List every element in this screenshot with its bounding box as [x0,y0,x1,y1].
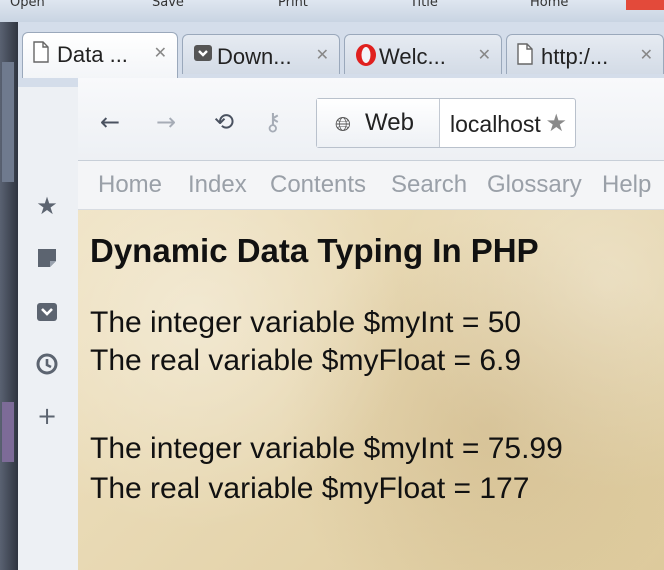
page-navigation: Home Index Contents Search Glossary Help [78,161,664,210]
os-menu-item[interactable]: Save [152,0,184,10]
browser-window: Data ... ✕ Down... ✕ Welc... ✕ http:/...… [18,22,664,570]
os-menu-strip: Open Save Print Title Home [0,0,664,22]
nav-link-home[interactable]: Home [98,171,162,199]
tab-welcome[interactable]: Welc... ✕ [344,34,502,74]
page-icon [33,41,49,69]
tab-title: Data ... [57,42,128,67]
history-icon[interactable] [34,353,60,379]
tab-title: Welc... [379,44,446,69]
close-icon[interactable]: ✕ [640,45,653,65]
close-icon[interactable]: ✕ [154,43,167,63]
page-icon [517,43,533,71]
search-engine-selector[interactable]: 🌐︎ Web [317,99,440,147]
search-engine-label: Web [365,109,414,136]
note-icon[interactable] [34,247,60,273]
bookmark-star-icon[interactable]: ★ [545,109,567,137]
key-icon[interactable]: ⚷ [264,108,282,136]
reload-icon[interactable]: ⟲ [214,108,234,136]
globe-icon: 🌐︎ [335,112,351,136]
tab-http[interactable]: http:/... ✕ [506,34,664,74]
nav-link-glossary[interactable]: Glossary [487,171,582,199]
back-icon[interactable]: ← [100,108,120,136]
browser-content-area: ← → ⟲ ⚷ 🌐︎ Web localhost ★ Home Index Co… [78,78,664,570]
output-line: The real variable $myFloat = 6.9 [90,344,522,377]
add-icon[interactable]: + [34,403,60,429]
page-content: Dynamic Data Typing In PHP The integer v… [78,210,664,570]
opera-icon [355,43,377,73]
address-bar[interactable]: 🌐︎ Web localhost ★ [316,98,576,148]
star-icon[interactable]: ★ [34,193,60,219]
forward-icon[interactable]: → [156,108,176,136]
page-title: Dynamic Data Typing In PHP [90,232,539,269]
outer-window-frame [0,22,18,570]
output-line: The real variable $myFloat = 177 [90,472,530,505]
navigation-toolbar: ← → ⟲ ⚷ 🌐︎ Web localhost ★ [78,78,664,161]
nav-link-help[interactable]: Help [602,171,651,199]
tab-data[interactable]: Data ... ✕ [22,32,178,78]
sidebar-panel: ★ + [18,87,79,570]
tab-downloads[interactable]: Down... ✕ [182,34,340,74]
pocket-icon[interactable] [34,301,60,327]
output-line: The integer variable $myInt = 50 [90,306,522,339]
nav-link-contents[interactable]: Contents [270,171,366,199]
close-window-button[interactable] [626,0,664,10]
os-menu-item[interactable]: Open [10,0,45,10]
output-line: The integer variable $myInt = 75.99 [90,432,563,465]
pocket-icon [193,43,213,69]
os-menu-item[interactable]: Title [410,0,438,10]
tab-title: http:/... [541,44,609,69]
nav-link-search[interactable]: Search [391,171,467,199]
os-menu-item[interactable]: Home [530,0,568,10]
close-icon[interactable]: ✕ [316,45,329,65]
url-input[interactable]: localhost [450,111,546,138]
os-menu-item[interactable]: Print [278,0,308,10]
tab-title: Down... [217,44,292,69]
nav-link-index[interactable]: Index [188,171,247,199]
close-icon[interactable]: ✕ [478,45,491,65]
